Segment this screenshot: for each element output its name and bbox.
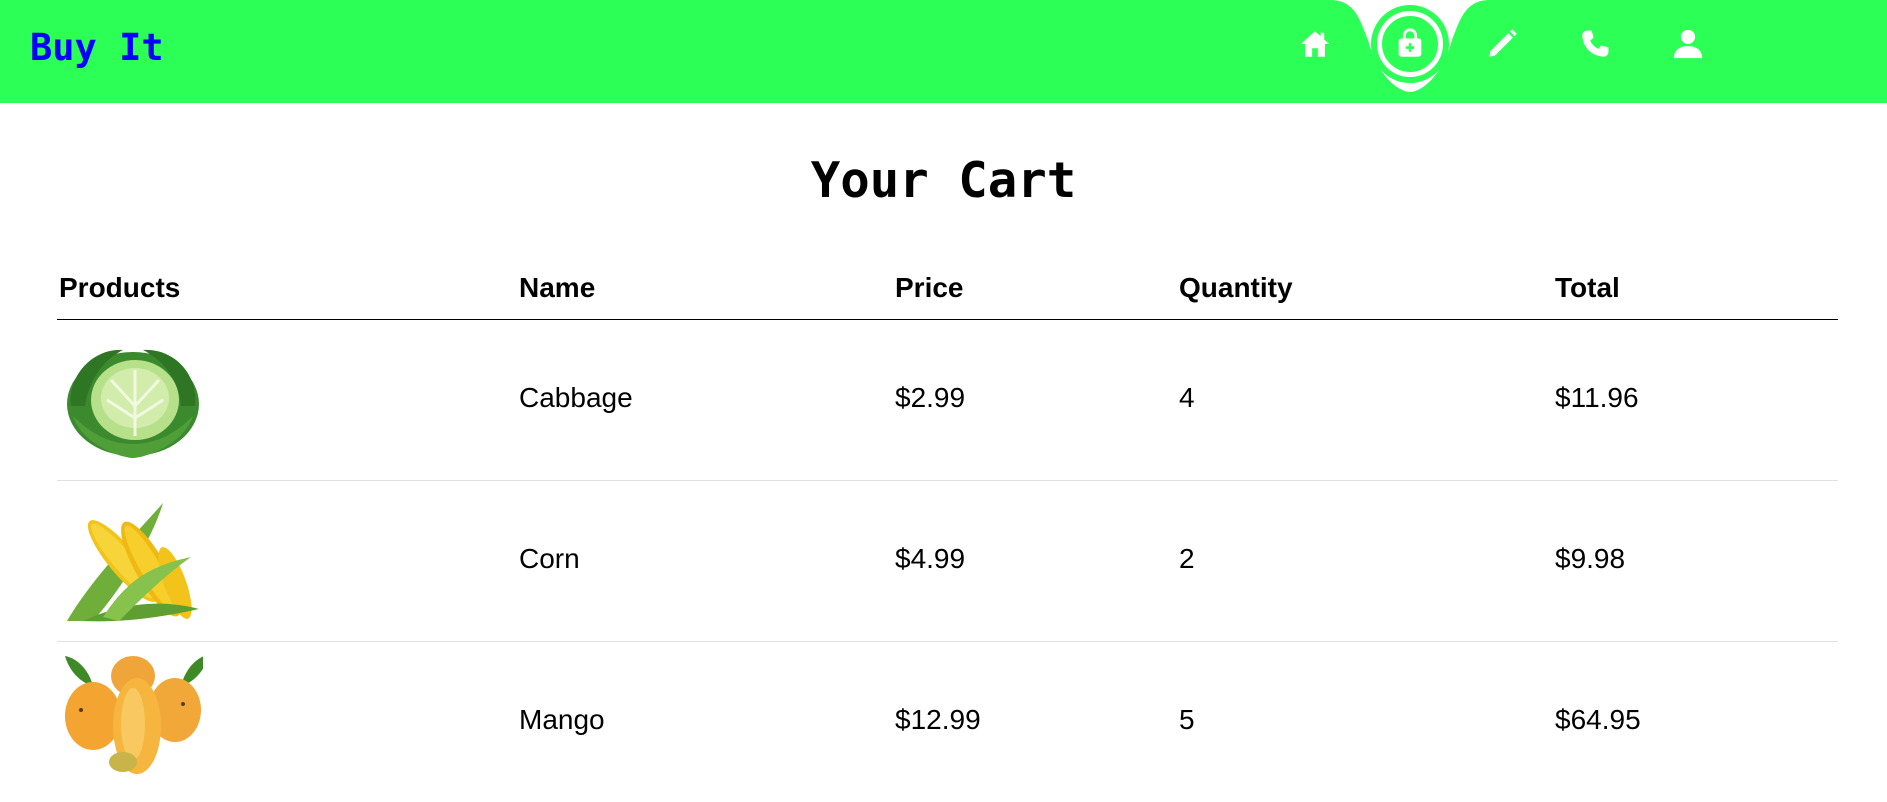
product-quantity: 4: [1179, 382, 1195, 413]
column-header-products: Products: [59, 272, 181, 303]
column-header-total: Total: [1555, 272, 1620, 303]
product-total: $9.98: [1555, 543, 1626, 574]
user-icon[interactable]: [1666, 22, 1710, 66]
product-quantity: 2: [1179, 543, 1195, 574]
product-price: $4.99: [895, 543, 966, 574]
cart-table: Products Name Price Quantity Total Cabba…: [57, 262, 1838, 802]
mango-image: [63, 652, 209, 780]
product-name: Cabbage: [519, 382, 633, 413]
product-name: Corn: [519, 543, 580, 574]
product-total: $11.96: [1555, 382, 1639, 413]
product-name: Mango: [519, 704, 605, 735]
table-header: Products Name Price Quantity Total: [57, 262, 1838, 320]
product-quantity: 5: [1179, 704, 1195, 735]
cabbage-image: [63, 336, 203, 464]
column-header-name: Name: [519, 272, 596, 303]
product-price: $2.99: [895, 382, 966, 413]
shop-bag-icon[interactable]: [1371, 5, 1449, 83]
phone-icon[interactable]: [1573, 22, 1617, 66]
column-header-price: Price: [895, 272, 964, 303]
product-price: $12.99: [895, 704, 981, 735]
edit-pencil-icon[interactable]: [1480, 22, 1524, 66]
brand-logo[interactable]: Buy It: [30, 26, 164, 69]
table-row: Mango $12.99 5 $64.95: [57, 642, 1838, 802]
product-total: $64.95: [1555, 704, 1641, 735]
corn-image: [63, 497, 203, 625]
table-row: Corn $4.99 2 $9.98: [57, 481, 1838, 642]
page-title: Your Cart: [810, 152, 1077, 209]
top-navbar: Buy It: [0, 0, 1887, 103]
column-header-quantity: Quantity: [1179, 272, 1293, 303]
table-row: Cabbage $2.99 4 $11.96: [57, 320, 1838, 481]
